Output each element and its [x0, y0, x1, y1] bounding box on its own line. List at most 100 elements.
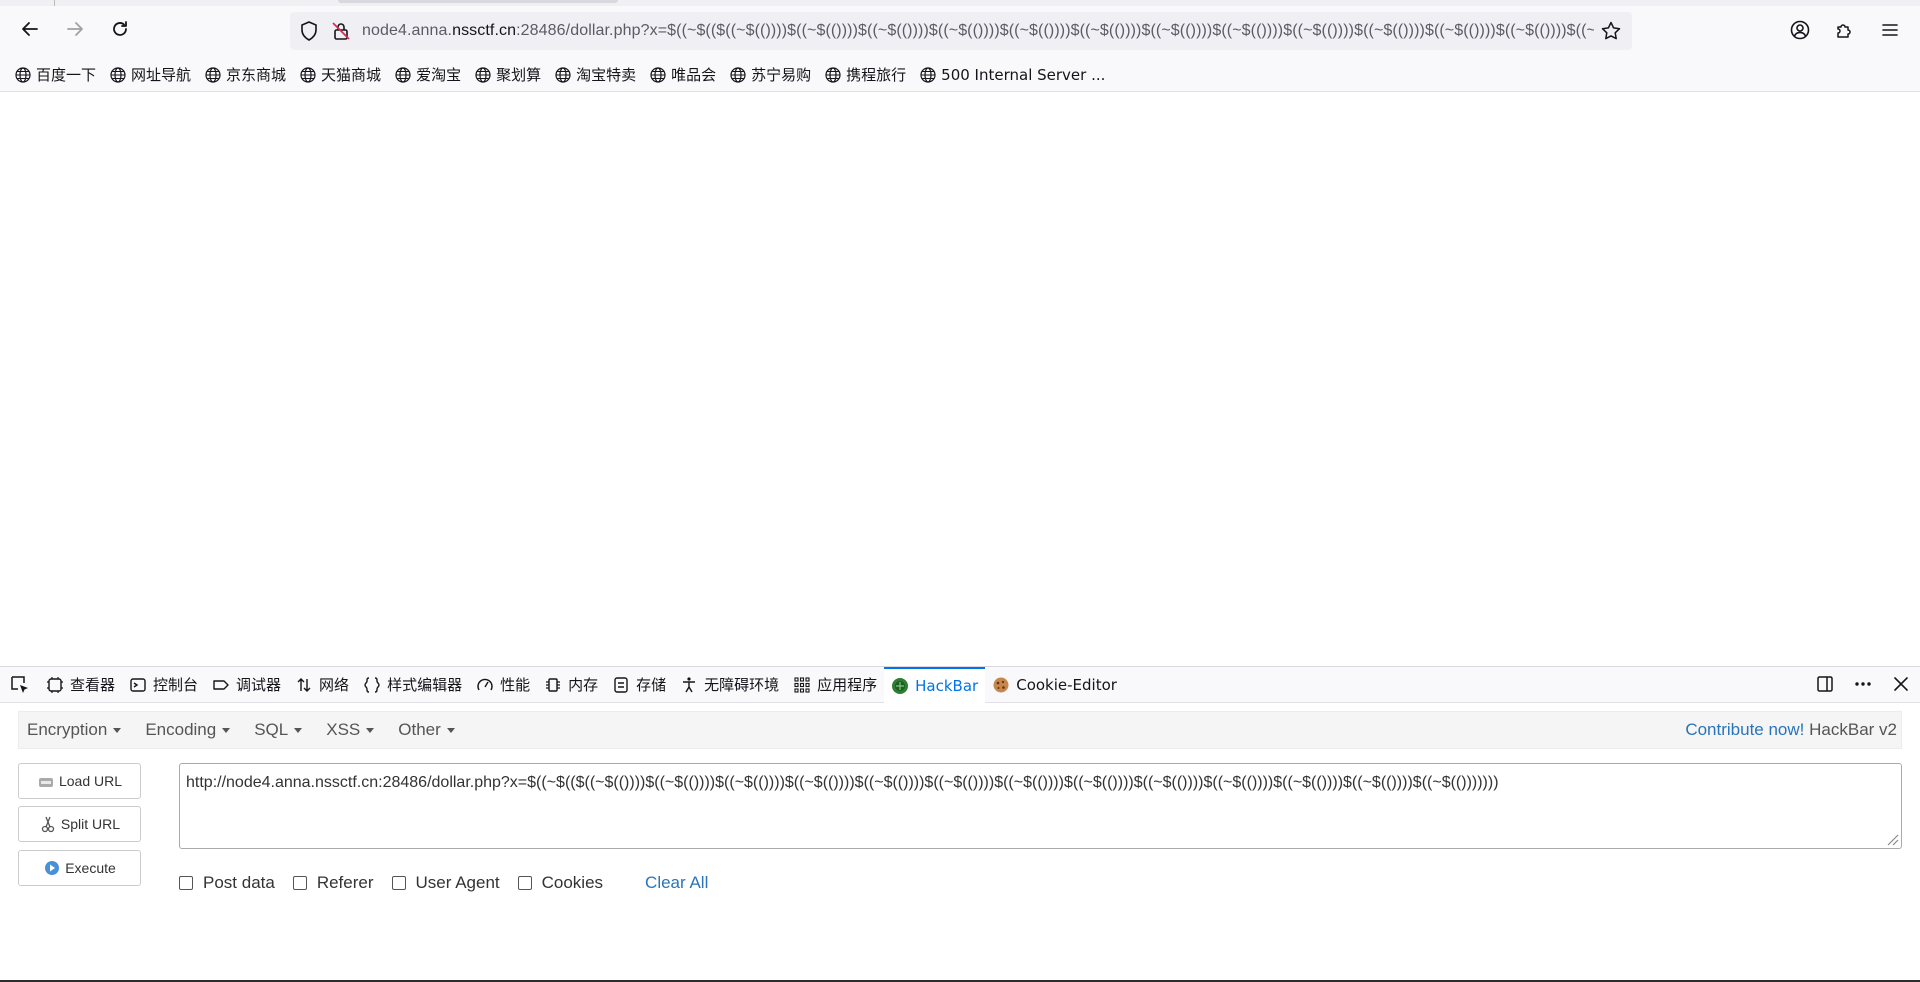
- puzzle-icon: [1837, 24, 1851, 38]
- hackbar-menu-bar: Encryption Encoding SQL XSS Other Contri…: [18, 711, 1902, 749]
- devtools-tab[interactable]: 控制台: [122, 667, 205, 703]
- devtools-tab[interactable]: 样式编辑器: [356, 667, 469, 703]
- insecure-lock-icon[interactable]: [330, 20, 352, 42]
- bookmark-item[interactable]: 苏宁易购: [729, 64, 811, 85]
- reload-button[interactable]: [105, 14, 135, 44]
- more-dots-icon: [1855, 682, 1871, 686]
- url-text[interactable]: node4.anna.nssctf.cn:28486/dollar.php?x=…: [362, 22, 1594, 40]
- performance-icon: [477, 678, 493, 690]
- devtools-tab-label: 存储: [636, 676, 667, 694]
- devtools-tab[interactable]: 存储: [605, 667, 673, 703]
- bookmark-item[interactable]: 京东商城: [204, 64, 286, 85]
- shield-icon[interactable]: [298, 20, 320, 42]
- hackbar-url-textarea[interactable]: http://node4.anna.nssctf.cn:28486/dollar…: [179, 763, 1902, 849]
- globe-icon: [395, 66, 411, 83]
- bookmark-item[interactable]: 网址导航: [109, 64, 191, 85]
- post-data-label: Post data: [203, 873, 275, 892]
- contribute-link[interactable]: Contribute now!: [1685, 720, 1804, 739]
- globe-icon: [205, 66, 221, 83]
- bookmark-item[interactable]: 百度一下: [14, 64, 96, 85]
- address-bar[interactable]: node4.anna.nssctf.cn:28486/dollar.php?x=…: [290, 12, 1632, 50]
- devtools-panel: 查看器 控制台 调试器 网络 样式编辑器 性能 内存 存储 无障碍环境 应用程序 HackBar Co…: [0, 666, 1920, 982]
- menu-button[interactable]: [1878, 18, 1902, 42]
- extensions-button[interactable]: [1833, 18, 1857, 42]
- resize-grip-icon[interactable]: [1885, 832, 1899, 846]
- bookmark-label: 唯品会: [671, 66, 717, 84]
- devtools-tab[interactable]: 无障碍环境: [673, 667, 786, 703]
- bookmark-label: 500 Internal Server ...: [941, 65, 1106, 84]
- devtools-tab-label: 调试器: [236, 676, 282, 694]
- menu-other[interactable]: Other: [390, 720, 463, 740]
- menu-sql[interactable]: SQL: [246, 720, 310, 740]
- bookmark-item[interactable]: 爱淘宝: [394, 64, 461, 85]
- split-url-label: Split URL: [60, 816, 121, 832]
- globe-icon: [15, 66, 31, 83]
- cookies-option[interactable]: Cookies: [517, 873, 604, 893]
- execute-button[interactable]: Execute: [18, 850, 141, 886]
- post-data-option[interactable]: Post data: [179, 873, 275, 893]
- devtools-tab[interactable]: HackBar: [884, 666, 986, 703]
- caret-down-icon: [366, 727, 375, 733]
- bookmark-item[interactable]: 携程旅行: [824, 64, 906, 85]
- devtools-tab[interactable]: 查看器: [39, 667, 122, 703]
- dock-button[interactable]: [1814, 673, 1836, 695]
- element-picker-icon[interactable]: [9, 674, 31, 696]
- load-url-icon: [37, 772, 55, 790]
- menu-encryption[interactable]: Encryption: [19, 720, 129, 740]
- load-url-label: Load URL: [58, 773, 123, 789]
- caret-down-icon: [113, 727, 122, 733]
- active-tab[interactable]: [338, 0, 618, 3]
- arrow-left-icon: [22, 22, 38, 36]
- devtools-tab[interactable]: 应用程序: [786, 667, 884, 703]
- devtools-tab[interactable]: 性能: [469, 667, 537, 703]
- inspector-icon: [47, 676, 63, 693]
- dock-icon: [1817, 676, 1833, 692]
- bookmark-item[interactable]: 500 Internal Server ...: [919, 66, 1105, 84]
- cookies-checkbox[interactable]: [517, 876, 532, 890]
- bookmark-item[interactable]: 天猫商城: [299, 64, 381, 85]
- menu-xss[interactable]: XSS: [318, 720, 382, 740]
- account-button[interactable]: [1788, 18, 1812, 42]
- globe-icon: [300, 66, 316, 83]
- bookmark-item[interactable]: 聚划算: [474, 64, 541, 85]
- close-devtools-button[interactable]: [1890, 673, 1912, 695]
- load-url-button[interactable]: Load URL: [18, 763, 141, 799]
- bookmark-item[interactable]: 唯品会: [649, 64, 716, 85]
- split-url-button[interactable]: Split URL: [18, 806, 141, 842]
- devtools-tab-label: 性能: [500, 676, 531, 694]
- bookmark-item[interactable]: 淘宝特卖: [554, 64, 636, 85]
- referer-option[interactable]: Referer: [292, 873, 374, 893]
- execute-label: Execute: [65, 860, 116, 876]
- bookmark-label: 苏宁易购: [751, 66, 812, 84]
- devtools-tab[interactable]: 调试器: [205, 667, 288, 703]
- hackbar-options: Post data Referer User Agent Cookies Cle…: [179, 871, 708, 895]
- devtools-tab[interactable]: Cookie-Editor: [985, 667, 1124, 703]
- bookmark-star-icon[interactable]: [1600, 20, 1622, 42]
- cookies-label: Cookies: [541, 873, 604, 892]
- back-button[interactable]: [15, 14, 45, 44]
- bookmark-label: 京东商城: [226, 66, 287, 84]
- devtools-tab[interactable]: 内存: [537, 667, 605, 703]
- close-icon: [1894, 677, 1908, 691]
- clear-all-link[interactable]: Clear All: [645, 873, 708, 893]
- referer-checkbox[interactable]: [292, 876, 307, 890]
- browser-toolbar: node4.anna.nssctf.cn:28486/dollar.php?x=…: [0, 0, 1920, 58]
- referer-label: Referer: [316, 873, 374, 892]
- user-agent-checkbox[interactable]: [391, 876, 406, 890]
- hamburger-icon: [1882, 24, 1898, 36]
- memory-icon: [546, 677, 561, 692]
- menu-encoding[interactable]: Encoding: [137, 720, 238, 740]
- more-options-button[interactable]: [1852, 673, 1874, 695]
- globe-icon: [475, 66, 491, 83]
- devtools-tab[interactable]: 网络: [288, 667, 356, 703]
- devtools-tab-label: 应用程序: [817, 676, 878, 694]
- post-data-checkbox[interactable]: [179, 876, 193, 890]
- play-icon: [43, 859, 61, 877]
- account-icon: [1790, 20, 1810, 40]
- console-icon: [130, 677, 146, 692]
- forward-button[interactable]: [60, 14, 90, 44]
- url-domain: nssctf.cn: [452, 22, 517, 39]
- user-agent-option[interactable]: User Agent: [391, 873, 500, 893]
- globe-icon: [650, 66, 666, 83]
- globe-icon: [825, 66, 841, 83]
